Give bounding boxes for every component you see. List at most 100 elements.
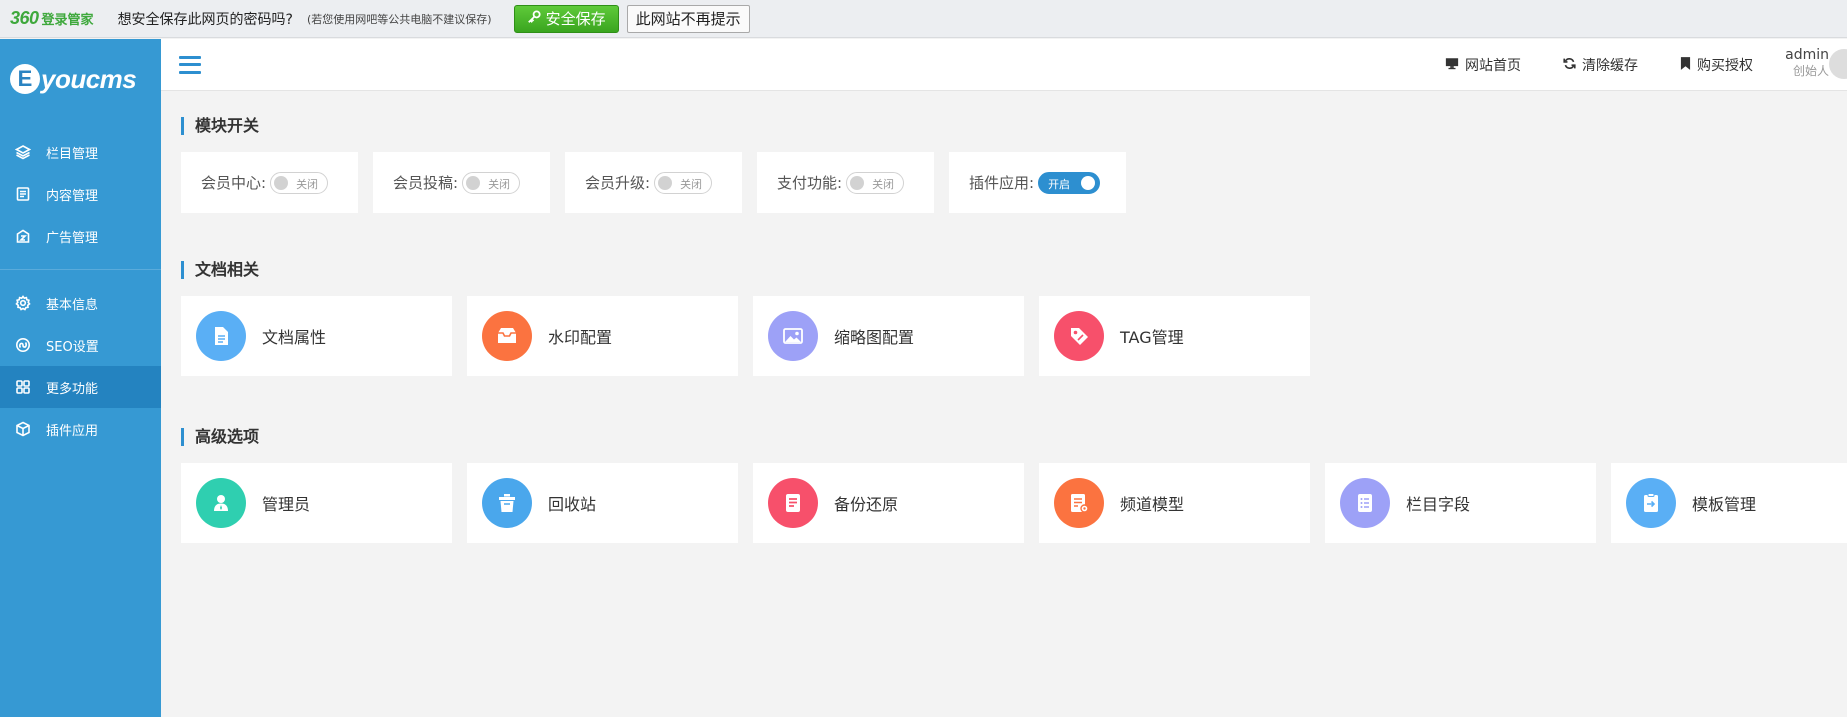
feature-administrators[interactable]: 管理员: [181, 463, 452, 543]
buy-license-label: 购买授权: [1697, 58, 1753, 74]
switch-state: 关闭: [680, 177, 703, 191]
tag-icon: [1054, 311, 1104, 361]
never-remind-button[interactable]: 此网站不再提示: [626, 4, 750, 33]
sidebar-item-label: 插件应用: [46, 423, 99, 439]
plugins-switch[interactable]: 开启: [1038, 171, 1101, 194]
save-password-question: 想安全保存此网页的密码吗?: [117, 11, 293, 28]
bookmark-icon: [1680, 56, 1691, 74]
member-upgrade-switch[interactable]: 关闭: [654, 171, 713, 194]
sidebar-item-label: 更多功能: [46, 381, 99, 397]
logo-badge: E: [10, 64, 40, 94]
feature-recycle-bin[interactable]: 回收站: [467, 463, 738, 543]
list-icon: [1340, 478, 1390, 528]
feature-channel-model[interactable]: 频道模型: [1039, 463, 1310, 543]
member-submit-switch[interactable]: 关闭: [462, 171, 521, 194]
member-center-switch[interactable]: 关闭: [270, 171, 329, 194]
menu-toggle-icon[interactable]: [179, 55, 201, 74]
buy-license-link[interactable]: 购买授权: [1680, 55, 1753, 75]
logo-text: youcms: [41, 63, 137, 94]
toggle-label: 会员中心:: [201, 174, 267, 192]
sidebar-item-seo[interactable]: SEO设置: [0, 324, 161, 366]
backup-icon: [768, 478, 818, 528]
section-title-modules: 模块开关: [181, 117, 259, 135]
document-icon: [14, 185, 32, 203]
brand-name: 登录管家: [41, 13, 94, 28]
switch-state: 开启: [1048, 177, 1071, 191]
sidebar-item-basic-info[interactable]: 基本信息: [0, 282, 161, 324]
trash-icon: [482, 478, 532, 528]
toggle-label: 会员投稿:: [393, 174, 459, 192]
360-brand-logo: 360 登录管家: [10, 8, 94, 29]
toggle-card-member-upgrade: 会员升级: 关闭: [565, 152, 742, 213]
template-icon: [1626, 478, 1676, 528]
section-title-advanced: 高级选项: [181, 428, 259, 446]
feature-label: 栏目字段: [1406, 495, 1471, 514]
switch-state: 关闭: [872, 177, 895, 191]
header-actions: 网站首页 清除缓存 购买授权: [1445, 39, 1753, 91]
avatar[interactable]: [1829, 49, 1847, 79]
sidebar-item-label: SEO设置: [46, 339, 99, 355]
sidebar-item-label: 栏目管理: [46, 146, 99, 162]
feature-label: 管理员: [262, 495, 311, 514]
feature-label: 文档属性: [262, 328, 327, 347]
watermark-icon: [482, 311, 532, 361]
toggle-card-payment: 支付功能: 关闭: [757, 152, 934, 213]
sidebar-item-more-features[interactable]: 更多功能: [0, 366, 161, 408]
toggle-label: 插件应用:: [969, 174, 1035, 192]
feature-backup-restore[interactable]: 备份还原: [753, 463, 1024, 543]
site-home-label: 网站首页: [1465, 58, 1521, 74]
feature-column-fields[interactable]: 栏目字段: [1325, 463, 1596, 543]
sidebar-item-plugins[interactable]: 插件应用: [0, 408, 161, 450]
feature-watermark[interactable]: 水印配置: [467, 296, 738, 376]
feature-tag-management[interactable]: TAG管理: [1039, 296, 1310, 376]
safe-save-button[interactable]: 安全保存: [513, 4, 619, 33]
clear-cache-link[interactable]: 清除缓存: [1563, 55, 1638, 75]
module-toggle-row: 会员中心: 关闭 会员投稿: 关闭 会员升级: 关闭 支付功能: 关闭 插件应用…: [181, 152, 1126, 213]
sidebar-item-label: 内容管理: [46, 188, 99, 204]
feature-label: 缩略图配置: [834, 328, 915, 347]
payment-switch[interactable]: 关闭: [846, 171, 905, 194]
monitor-icon: [1445, 57, 1459, 74]
feature-label: 水印配置: [548, 328, 613, 347]
user-name: admin: [1785, 47, 1829, 63]
sidebar-item-content[interactable]: 内容管理: [0, 173, 161, 215]
admin-icon: [196, 478, 246, 528]
doc-attr-icon: [196, 311, 246, 361]
sidebar-item-columns[interactable]: 栏目管理: [0, 131, 161, 173]
seo-icon: [14, 336, 32, 354]
cube-icon: [14, 420, 32, 438]
user-info[interactable]: admin 创始人: [1785, 47, 1829, 79]
layers-icon: [14, 143, 32, 161]
sidebar-group-settings: 基本信息 SEO设置 更多功能 插件应用: [0, 270, 161, 462]
feature-label: 备份还原: [834, 495, 899, 514]
sidebar: E youcms 栏目管理 内容管理 广告管理 基本信息 SEO设置 更多功能 …: [0, 39, 161, 717]
feature-doc-attributes[interactable]: 文档属性: [181, 296, 452, 376]
section-title-docs: 文档相关: [181, 261, 259, 279]
switch-state: 关闭: [488, 177, 511, 191]
switch-state: 关闭: [296, 177, 319, 191]
gear-icon: [14, 294, 32, 312]
sidebar-group-content: 栏目管理 内容管理 广告管理: [0, 119, 161, 270]
key-icon: [527, 9, 541, 28]
public-computer-note: (若您使用网吧等公共电脑不建议保存): [307, 12, 492, 26]
feature-label: TAG管理: [1120, 328, 1184, 347]
feature-label: 频道模型: [1120, 495, 1185, 514]
advanced-feature-row: 管理员 回收站 备份还原 频道模型 栏目字段 模板管理: [181, 463, 1847, 543]
grid-icon: [14, 378, 32, 396]
toggle-card-plugins: 插件应用: 开启: [949, 152, 1126, 213]
feature-template-management[interactable]: 模板管理: [1611, 463, 1847, 543]
toggle-label: 支付功能:: [777, 174, 843, 192]
password-save-bar: 360 登录管家 想安全保存此网页的密码吗? (若您使用网吧等公共电脑不建议保存…: [0, 0, 1847, 38]
clear-cache-label: 清除缓存: [1582, 58, 1638, 74]
brand-number: 360: [10, 8, 39, 28]
eyoucms-logo[interactable]: E youcms: [0, 39, 161, 119]
feature-label: 回收站: [548, 495, 597, 514]
feature-label: 模板管理: [1692, 495, 1757, 514]
sidebar-item-ads[interactable]: 广告管理: [0, 215, 161, 257]
toggle-card-member-submit: 会员投稿: 关闭: [373, 152, 550, 213]
site-home-link[interactable]: 网站首页: [1445, 55, 1521, 75]
toggle-label: 会员升级:: [585, 174, 651, 192]
feature-thumbnail[interactable]: 缩略图配置: [753, 296, 1024, 376]
user-role: 创始人: [1792, 64, 1829, 78]
refresh-icon: [1563, 57, 1576, 74]
